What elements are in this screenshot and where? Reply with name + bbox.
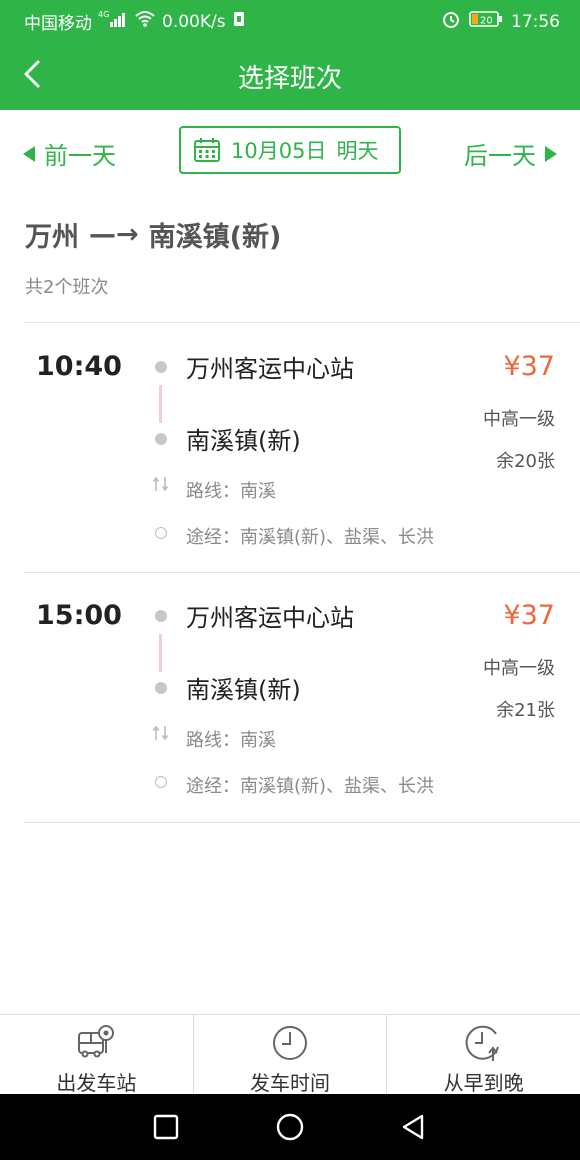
destination-dot: [155, 433, 167, 445]
home-icon[interactable]: [275, 1112, 305, 1142]
via-stops: 途经：南溪镇(新)、盐渠、长洪: [186, 776, 435, 797]
triangle-left-icon: [23, 145, 35, 162]
prev-day-label: 前一天: [44, 142, 116, 170]
trip-count: 共2个班次: [25, 277, 109, 298]
network-badge: 4G: [98, 10, 109, 19]
bottom-tab-bar: 出发车站 发车时间 从早到晚: [0, 1014, 580, 1095]
recent-apps-icon[interactable]: [151, 1112, 181, 1142]
prev-day-button[interactable]: 前一天: [22, 136, 116, 171]
destination-station: 南溪镇(新): [186, 427, 301, 455]
departure-time: 10:40: [36, 351, 122, 382]
tab-departure-station[interactable]: 出发车站: [0, 1015, 194, 1095]
clock-up-icon: [465, 1025, 499, 1061]
route-arrow: —→: [89, 219, 139, 250]
bus-type: 中高一级: [483, 409, 555, 430]
route-from: 万州: [25, 222, 79, 253]
sim-icon: [232, 10, 246, 33]
destination-station: 南溪镇(新): [186, 676, 301, 704]
battery-level: 20: [480, 16, 493, 27]
ticket-price: ¥37: [503, 600, 555, 631]
bus-type: 中高一级: [483, 658, 555, 679]
destination-dot: [155, 682, 167, 694]
clock-time: 17:56: [511, 11, 560, 32]
route-heading: 万州 —→ 南溪镇(新): [25, 215, 281, 254]
route-icon: [152, 725, 169, 741]
next-day-button[interactable]: 后一天: [464, 136, 558, 171]
departure-time: 15:00: [36, 600, 122, 631]
route-connector: [159, 385, 162, 423]
next-day-label: 后一天: [464, 142, 536, 170]
origin-station: 万州客运中心站: [186, 355, 354, 383]
via-circle-icon: [155, 527, 167, 539]
divider: [24, 822, 580, 823]
tab-label: 从早到晚: [443, 1071, 524, 1095]
route-to: 南溪镇(新): [148, 222, 282, 253]
status-bar: 中国移动 4G 0.00K/s 20 17:56: [0, 0, 580, 40]
back-nav-icon[interactable]: [398, 1112, 428, 1142]
date-picker[interactable]: 10月05日 明天: [179, 126, 401, 174]
seats-left: 余21张: [496, 700, 555, 721]
triangle-right-icon: [545, 145, 557, 162]
origin-station: 万州客运中心站: [186, 604, 354, 632]
date-text: 10月05日: [231, 139, 327, 163]
route-connector: [159, 634, 162, 672]
date-bar: 前一天 10月05日 明天 后一天: [0, 110, 580, 192]
tab-label: 出发车站: [56, 1071, 137, 1095]
wifi-icon: [134, 10, 156, 33]
network-speed: 0.00K/s: [162, 11, 226, 32]
day-text: 明天: [336, 139, 379, 163]
page-title: 选择班次: [237, 64, 342, 94]
ticket-price: ¥37: [503, 351, 555, 382]
carrier-label: 中国移动: [24, 14, 92, 34]
tab-sort-early-to-late[interactable]: 从早到晚: [387, 1015, 580, 1095]
route-icon: [152, 476, 169, 492]
trip-card[interactable]: 10:40 万州客运中心站 南溪镇(新) ¥37 中高一级 余20张 路线：南溪…: [0, 323, 580, 573]
calendar-icon: [194, 138, 220, 162]
header: 选择班次: [0, 40, 580, 110]
tab-label: 发车时间: [250, 1071, 330, 1095]
via-circle-icon: [155, 776, 167, 788]
clock-icon: [273, 1026, 307, 1060]
system-nav-bar: [0, 1094, 580, 1160]
seats-left: 余20张: [496, 451, 555, 472]
via-stops: 途经：南溪镇(新)、盐渠、长洪: [186, 527, 435, 548]
alarm-icon: [441, 9, 461, 34]
origin-dot: [155, 610, 167, 622]
origin-dot: [155, 361, 167, 373]
route-line: 路线：南溪: [186, 730, 276, 751]
tab-departure-time[interactable]: 发车时间: [194, 1015, 388, 1095]
trip-card[interactable]: 15:00 万州客运中心站 南溪镇(新) ¥37 中高一级 余21张 路线：南溪…: [0, 572, 580, 822]
bus-station-icon: [78, 1025, 115, 1058]
signal-icon: 4G: [98, 10, 128, 33]
route-line: 路线：南溪: [186, 481, 276, 502]
battery-icon: 20: [469, 10, 503, 33]
